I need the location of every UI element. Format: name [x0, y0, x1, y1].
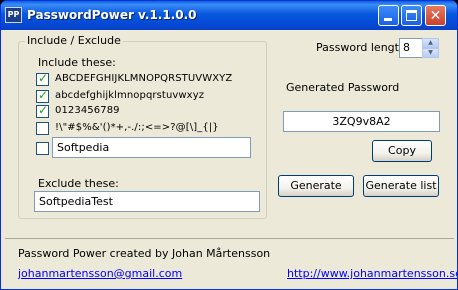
- uppercase-checkbox[interactable]: [36, 71, 49, 86]
- include-exclude-legend: Include / Exclude: [25, 34, 123, 47]
- spin-up-icon[interactable]: ▲: [422, 38, 439, 48]
- symbols-option-label: !\"#$%&'()*+,-./:;<=>?@[\]_{|}: [55, 122, 219, 133]
- digits-option-label: 0123456789: [55, 105, 120, 116]
- generated-password-field[interactable]: 3ZQ9v8A2: [283, 111, 440, 132]
- maximize-button[interactable]: [401, 5, 422, 26]
- close-icon: ✕: [429, 8, 442, 24]
- custom-chars-input[interactable]: Softpedia: [52, 137, 251, 158]
- copy-button[interactable]: Copy: [372, 140, 432, 162]
- lowercase-option-label: abcdefghijklmnopqrstuvwxyz: [55, 90, 205, 101]
- exclude-label: Exclude these:: [38, 177, 119, 190]
- digits-checkbox[interactable]: [36, 103, 49, 118]
- password-length-input[interactable]: 8: [399, 38, 423, 58]
- exclude-input[interactable]: SoftpediaTest: [34, 191, 260, 212]
- credit-text: Password Power created by Johan Mårtenss…: [18, 247, 271, 260]
- website-link[interactable]: http://www.johanmartensson.se: [287, 267, 457, 280]
- custom-chars-checkbox[interactable]: [36, 142, 49, 155]
- password-length-label: Password length:: [316, 41, 410, 54]
- close-button[interactable]: ✕: [425, 5, 446, 26]
- lowercase-checkbox[interactable]: [36, 88, 49, 103]
- uppercase-option-label: ABCDEFGHIJKLMNOPQRSTUVWXYZ: [55, 73, 233, 84]
- minimize-button[interactable]: [378, 5, 399, 26]
- symbols-checkbox[interactable]: [36, 122, 49, 135]
- minimize-icon: [384, 18, 392, 21]
- maximize-icon: [406, 10, 417, 21]
- password-length-spinner[interactable]: ▲ ▼: [422, 38, 439, 58]
- generate-list-button[interactable]: Generate list: [363, 175, 439, 197]
- spin-down-icon[interactable]: ▼: [422, 48, 439, 58]
- app-icon: PP: [5, 7, 22, 23]
- window-title: PasswordPower v.1.1.0.0: [27, 8, 197, 22]
- include-label: Include these:: [38, 56, 116, 69]
- main-window: PP PasswordPower v.1.1.0.0 ✕ Include / E…: [0, 0, 458, 290]
- title-bar[interactable]: PP PasswordPower v.1.1.0.0 ✕: [1, 1, 457, 30]
- email-link[interactable]: johanmartensson@gmail.com: [18, 267, 182, 280]
- generate-button[interactable]: Generate: [278, 175, 354, 197]
- generated-password-label: Generated Password: [286, 81, 400, 94]
